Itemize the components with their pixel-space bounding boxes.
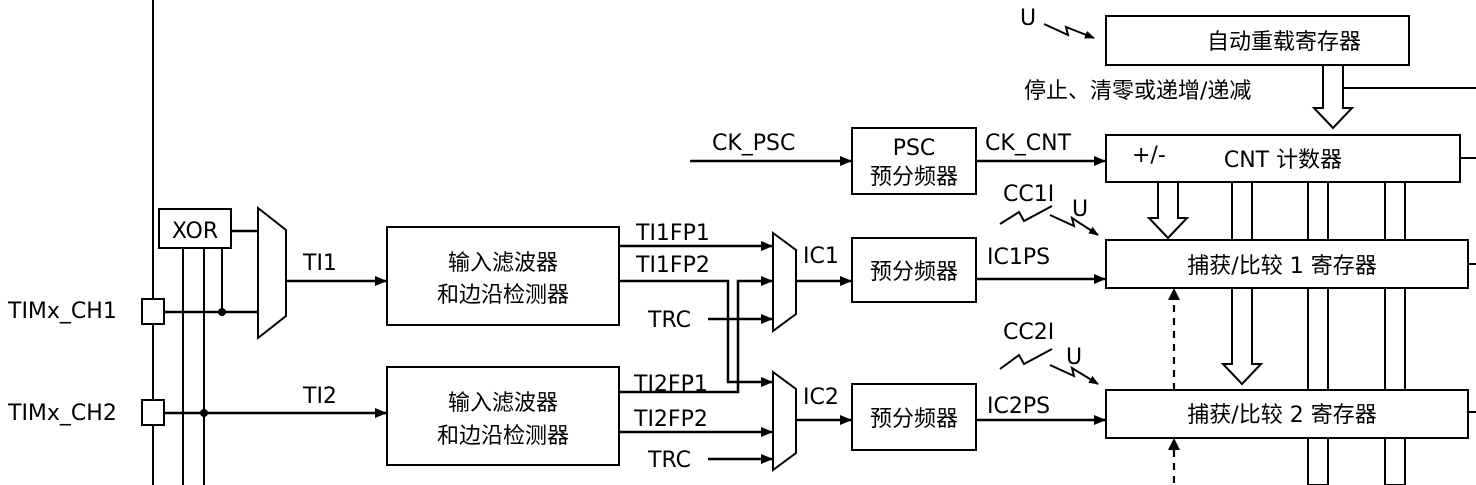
cc2-dashed-arrowhead [1168,438,1180,450]
psc-prescaler-label: 预分频器 [870,165,958,190]
timer-input-capture-block-diagram: U 自动重载寄存器 停止、清零或递增/递减 CK_PSC PSC 预分频器 CK… [7,0,1476,485]
ck-cnt-label: CK_CNT [985,131,1072,156]
cc2i-label: CC2I [1003,320,1054,345]
ti2fp2-label: TI2FP2 [633,407,708,432]
cc1i-label: CC1I [1003,182,1054,207]
cc2-bus-c [1384,437,1406,485]
cnt-bus-b [1307,181,1329,241]
u-label-top: U [1020,6,1036,31]
ch1-junction-dot [218,308,226,316]
input-filter-2-line1: 输入滤波器 [448,391,558,416]
ic2-label: IC2 [803,385,839,410]
cc2i-signal-glyph [999,348,1053,370]
ic2ps-label: IC2PS [987,394,1050,419]
input-filter-1-line1: 输入滤波器 [448,251,558,276]
arr-to-cnt-bus-arrow [1311,64,1355,130]
timx-ch2-label: TIMx_CH2 [7,401,117,426]
ck-psc-label: CK_PSC [712,131,795,156]
ti1fp2-label: TI1FP2 [635,253,710,278]
timx-ch1-label: TIMx_CH1 [7,299,117,324]
input-filter-2-line2: 和边沿检测器 [437,424,569,449]
ti2-label: TI2 [302,384,337,409]
timx-ch1-pin[interactable] [141,298,165,325]
cnt-counter-label: CNT 计数器 [1224,148,1342,173]
cnt-bus-c [1384,181,1406,241]
cc-dashed-arrowhead [1168,288,1180,300]
ti1-label: TI1 [302,251,337,276]
cnt-plusminus-label: +/- [1132,143,1166,168]
trc-label-1: TRC [647,308,691,333]
u-label-cc2: U [1066,345,1082,370]
cc2-bus-b [1307,437,1329,485]
ic1-label: IC1 [803,244,839,269]
cc1i-signal-glyph [999,205,1053,225]
cc1-to-cc2-bus-arrow [1220,287,1264,386]
u-label-cc1: U [1072,197,1088,222]
u-update-arrow-top [1043,23,1095,39]
ti1fp1-label: TI1FP1 [635,221,710,246]
stop-clear-label: 停止、清零或递增/递减 [1024,79,1251,104]
ic1ps-label: IC1PS [987,245,1050,270]
ic1-prescaler-label: 预分频器 [870,260,958,285]
ic2-selector-mux [772,370,797,472]
ti1-selector-mux [257,205,287,341]
ic2-prescaler-label: 预分频器 [870,407,958,432]
trc-label-2: TRC [647,448,691,473]
input-filter-1-line2: 和边沿检测器 [437,283,569,308]
cnt-to-cc1-bus-arrow [1146,181,1190,240]
input-filter-2-box [386,366,620,466]
auto-reload-register-label: 自动重载寄存器 [1207,30,1361,55]
cc-bus-b [1307,287,1329,391]
ch2-junction-dot [200,409,208,417]
cnt-bus-a [1231,181,1253,241]
input-filter-1-box [386,226,620,326]
psc-label: PSC [893,136,936,161]
timx-ch2-pin[interactable] [141,399,165,426]
ti1fp2-wire [619,279,773,387]
capture-compare-2-register-label: 捕获/比较 2 寄存器 [1187,403,1376,428]
xor-label: XOR [172,219,218,244]
capture-compare-1-register-label: 捕获/比较 1 寄存器 [1187,254,1376,279]
ic1-selector-mux [772,231,797,333]
cc-bus-c [1384,287,1406,391]
